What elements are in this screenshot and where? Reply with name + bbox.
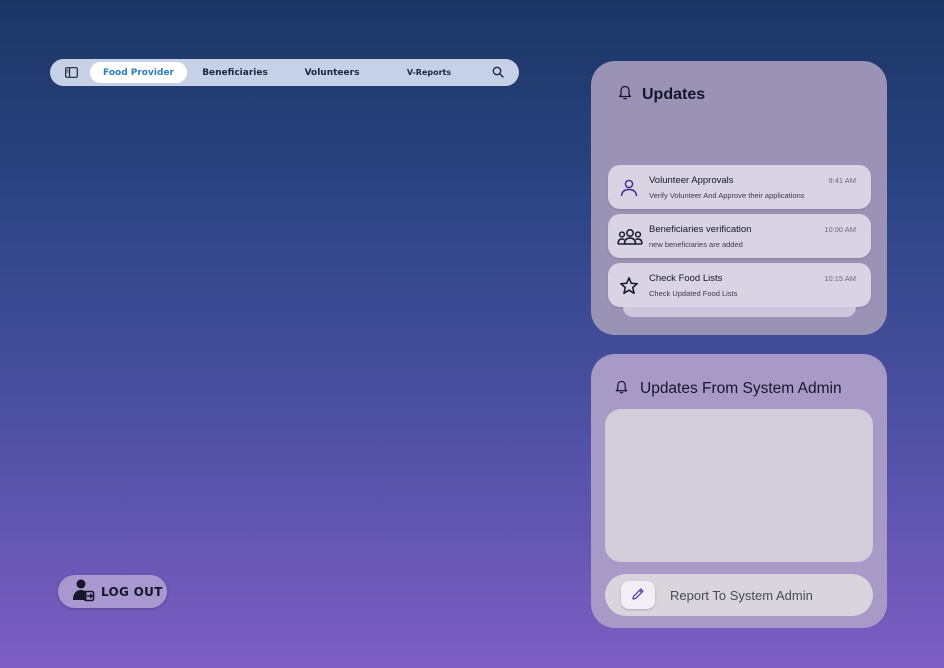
notification-subtitle: Verify Volunteer And Approve their appli…	[649, 191, 805, 200]
person-icon	[618, 177, 640, 199]
logout-button[interactable]: LOG OUT	[58, 575, 167, 608]
notification-volunteer-approvals[interactable]: Volunteer Approvals Verify Volunteer And…	[608, 165, 871, 209]
admin-updates-content	[605, 409, 873, 562]
admin-updates-panel: Updates From System Admin Report To Syst…	[591, 354, 887, 628]
updates-panel: Updates Volunteer Approvals Verify Volun…	[591, 61, 887, 335]
top-nav: Food Provider Beneficiaries Volunteers V…	[50, 59, 519, 86]
notification-time: 9:41 AM	[828, 176, 856, 185]
bell-icon	[618, 85, 632, 104]
report-button[interactable]	[621, 581, 655, 609]
logout-label: LOG OUT	[101, 584, 163, 599]
notification-time: 10:00 AM	[824, 225, 856, 234]
notification-subtitle: new beneficiaries are added	[649, 240, 743, 249]
notification-beneficiaries-verification[interactable]: Beneficiaries verification new beneficia…	[608, 214, 871, 258]
sidebar-toggle-icon[interactable]	[62, 63, 80, 81]
notification-subtitle: Check Updated Food Lists	[649, 289, 738, 298]
bell-icon	[615, 379, 628, 398]
notification-check-food-lists[interactable]: Check Food Lists Check Updated Food List…	[608, 263, 871, 307]
updates-title: Updates	[642, 85, 706, 103]
updates-header: Updates	[618, 85, 705, 104]
star-icon	[618, 275, 640, 297]
notification-title: Beneficiaries verification	[649, 224, 752, 235]
user-logout-icon	[72, 578, 96, 606]
admin-updates-title: Updates From System Admin	[640, 379, 842, 397]
notification-time: 10:15 AM	[824, 274, 856, 283]
group-icon	[616, 226, 644, 248]
tab-v-reports[interactable]: V-Reports	[382, 62, 476, 83]
tab-food-provider[interactable]: Food Provider	[90, 62, 187, 83]
notification-title: Check Food Lists	[649, 273, 723, 284]
pencil-icon	[631, 586, 645, 605]
tab-volunteers[interactable]: Volunteers	[285, 62, 379, 83]
report-label: Report To System Admin	[670, 588, 813, 603]
report-to-admin-bar[interactable]: Report To System Admin	[605, 574, 873, 616]
notification-stack-edge	[623, 307, 856, 317]
search-icon[interactable]	[489, 63, 507, 81]
tab-beneficiaries[interactable]: Beneficiaries	[188, 62, 282, 83]
admin-updates-header: Updates From System Admin	[615, 379, 842, 398]
notification-title: Volunteer Approvals	[649, 175, 734, 186]
